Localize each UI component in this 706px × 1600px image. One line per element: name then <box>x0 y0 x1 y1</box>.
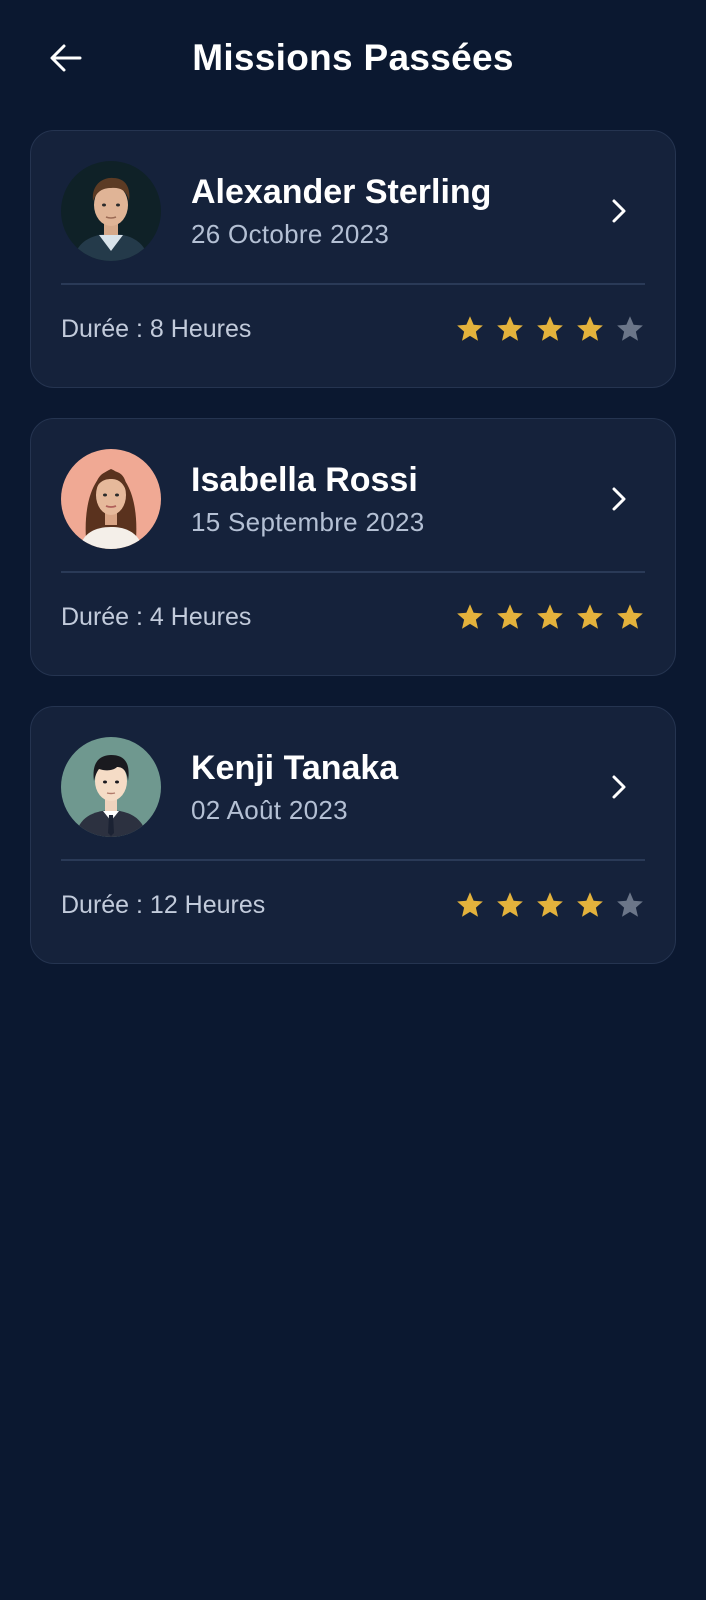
avatar-portrait-woman <box>61 449 161 549</box>
mission-card[interactable]: Alexander Sterling 26 Octobre 2023 Durée… <box>30 130 676 388</box>
star-empty-icon <box>617 892 643 917</box>
mission-card-header: Alexander Sterling 26 Octobre 2023 <box>31 131 675 283</box>
person-name: Isabella Rossi <box>191 461 418 499</box>
mission-card[interactable]: Kenji Tanaka 02 Août 2023 Durée : 12 Heu… <box>30 706 676 964</box>
mission-card-header: Kenji Tanaka 02 Août 2023 <box>31 707 675 859</box>
avatar <box>61 449 161 549</box>
star-filled-icon <box>537 316 563 341</box>
mission-list: Alexander Sterling 26 Octobre 2023 Durée… <box>30 130 676 994</box>
star-filled-icon <box>457 892 483 917</box>
mission-duration: Durée : 12 Heures <box>61 891 266 919</box>
star-rating <box>455 600 645 634</box>
mission-card-header: Isabella Rossi 15 Septembre 2023 <box>31 419 675 571</box>
avatar-portrait-man <box>61 737 161 837</box>
star-filled-icon <box>537 604 563 629</box>
page-title: Missions Passées <box>192 37 514 78</box>
mission-date: 02 Août 2023 <box>191 795 348 825</box>
star-filled-icon <box>577 604 603 629</box>
avatar <box>61 161 161 261</box>
avatar-portrait-man <box>61 161 161 261</box>
star-filled-icon <box>577 316 603 341</box>
star-filled-icon <box>497 604 523 629</box>
app-screen: Missions Passées Alexander Sterling 26 O… <box>0 0 706 1600</box>
star-filled-icon <box>497 316 523 341</box>
chevron-right-icon[interactable] <box>607 197 631 225</box>
mission-duration: Durée : 8 Heures <box>61 315 252 343</box>
star-filled-icon <box>457 604 483 629</box>
divider <box>61 283 645 285</box>
chevron-right-icon[interactable] <box>607 485 631 513</box>
divider <box>61 571 645 573</box>
star-filled-icon <box>457 316 483 341</box>
star-filled-icon <box>497 892 523 917</box>
divider <box>61 859 645 861</box>
mission-date: 15 Septembre 2023 <box>191 507 425 537</box>
star-rating <box>455 312 645 346</box>
mission-duration: Durée : 4 Heures <box>61 603 252 631</box>
mission-card[interactable]: Isabella Rossi 15 Septembre 2023 Durée :… <box>30 418 676 676</box>
chevron-right-icon[interactable] <box>607 773 631 801</box>
star-rating <box>455 888 645 922</box>
mission-date: 26 Octobre 2023 <box>191 219 390 249</box>
star-empty-icon <box>617 316 643 341</box>
header: Missions Passées <box>0 0 706 120</box>
avatar <box>61 737 161 837</box>
star-filled-icon <box>537 892 563 917</box>
person-name: Kenji Tanaka <box>191 749 399 787</box>
person-name: Alexander Sterling <box>191 173 492 211</box>
star-filled-icon <box>577 892 603 917</box>
star-filled-icon <box>617 604 643 629</box>
